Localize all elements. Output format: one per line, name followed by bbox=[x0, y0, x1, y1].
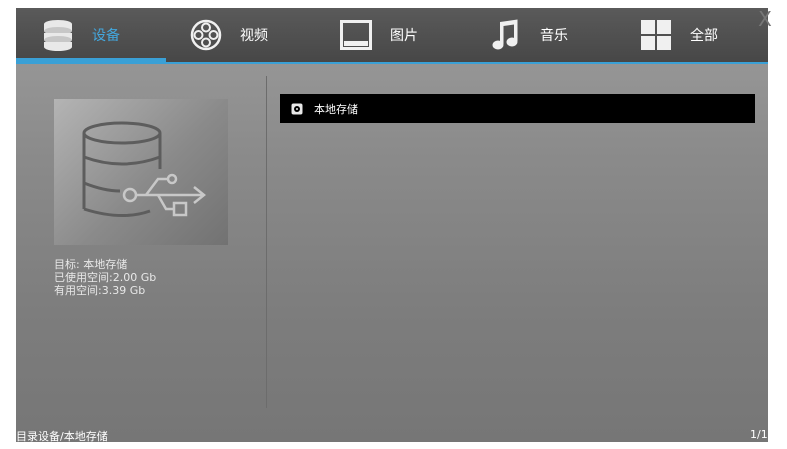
picture-frame-icon bbox=[338, 17, 374, 53]
tab-label: 图片 bbox=[390, 28, 418, 44]
list-item-label: 本地存储 bbox=[314, 102, 358, 116]
usb-storage-icon bbox=[82, 121, 207, 218]
music-note-icon bbox=[488, 17, 524, 53]
disk-icon bbox=[291, 103, 303, 114]
tab-music[interactable]: 音乐 bbox=[488, 8, 568, 62]
current-path: 目录设备/本地存储 bbox=[16, 430, 108, 442]
film-reel-icon bbox=[188, 17, 224, 53]
tab-videos[interactable]: 视频 bbox=[188, 8, 268, 62]
list-item-local-storage[interactable]: 本地存储 bbox=[280, 94, 755, 123]
tab-all[interactable]: 全部 bbox=[638, 8, 718, 62]
tab-label: 视频 bbox=[240, 28, 268, 44]
tab-pictures[interactable]: 图片 bbox=[338, 8, 418, 62]
panel-divider bbox=[266, 76, 267, 408]
media-browser-app: 设备 视频 图片 音乐 全部 目标: 本地存储 已使用空间:2.00 Gb 有用… bbox=[16, 8, 768, 442]
target-label: 目标: 本地存储 bbox=[54, 258, 128, 271]
device-info: 目标: 本地存储 已使用空间:2.00 Gb 有用空间:3.39 Gb bbox=[54, 258, 156, 297]
tab-devices[interactable]: 设备 bbox=[40, 8, 120, 62]
category-tab-bar: 设备 视频 图片 音乐 全部 bbox=[16, 8, 768, 62]
used-space-label: 已使用空间:2.00 Gb bbox=[54, 271, 157, 284]
tab-label: 设备 bbox=[92, 28, 120, 44]
tab-label: 音乐 bbox=[540, 28, 568, 44]
tab-label: 全部 bbox=[690, 28, 718, 44]
free-space-label: 有用空间:3.39 Gb bbox=[54, 284, 146, 297]
database-icon bbox=[40, 17, 76, 53]
close-button[interactable]: X bbox=[754, 8, 776, 30]
grid-icon bbox=[638, 17, 674, 53]
topbar-divider bbox=[16, 62, 768, 64]
device-preview-card bbox=[54, 99, 228, 245]
page-indicator: 1/1 bbox=[750, 428, 768, 441]
